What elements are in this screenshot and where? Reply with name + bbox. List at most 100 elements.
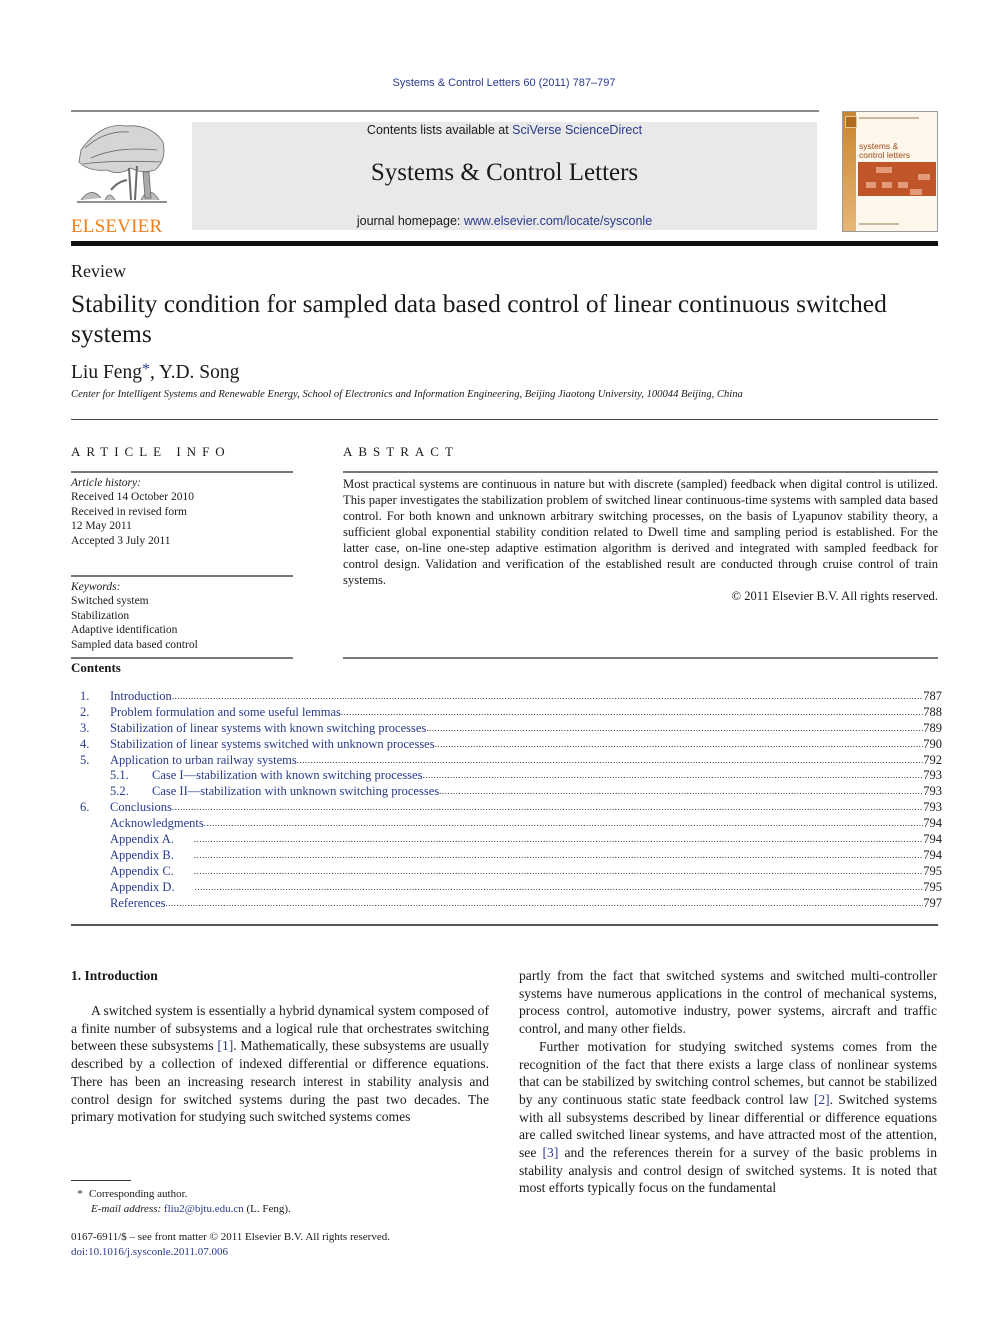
- toc-entry[interactable]: 5.1. Case I—stabilization with known swit…: [80, 768, 942, 784]
- toc-entry-page: 788: [923, 704, 942, 719]
- toc-leader-dots: [204, 816, 924, 832]
- contents-heading: Contents: [71, 660, 121, 675]
- toc-entry-page: 795: [923, 879, 942, 894]
- keyword-item[interactable]: Sampled data based control: [71, 638, 198, 652]
- toc-entry[interactable]: 2. Problem formulation and some useful le…: [80, 705, 942, 721]
- article-info-heading: ARTICLE INFO: [71, 444, 231, 459]
- keyword-item[interactable]: Switched system: [71, 594, 198, 608]
- history-item: Received 14 October 2010: [71, 491, 194, 504]
- body-column-right: partly from the fact that switched syste…: [519, 967, 937, 1197]
- author-affiliation: Center for Intelligent Systems and Renew…: [71, 389, 743, 400]
- abstract-rule-top: [343, 471, 938, 473]
- citation-link-1[interactable]: [1]: [217, 1038, 233, 1053]
- contents-rule: [71, 657, 293, 659]
- toc-leader-dots: [194, 832, 923, 848]
- title-block-rule: [71, 419, 938, 420]
- journal-cover-thumbnail[interactable]: systems & control letters: [842, 111, 938, 232]
- sciencedirect-link[interactable]: SciVerse ScienceDirect: [512, 123, 642, 137]
- toc-leader-dots: [166, 896, 924, 912]
- toc-entry[interactable]: Appendix A. 794: [80, 832, 942, 848]
- contents-prefix: Contents lists available at: [366, 123, 513, 137]
- toc-entry-page: 792: [923, 752, 942, 767]
- toc-entry-link[interactable]: Appendix D.: [110, 880, 175, 896]
- table-of-contents: 1. Introduction 787 2. Problem formulation a…: [80, 689, 942, 911]
- toc-leader-dots: [341, 705, 923, 721]
- toc-entry[interactable]: Appendix C. 795: [80, 864, 942, 880]
- keyword-item[interactable]: Stabilization: [71, 609, 198, 623]
- toc-leader-dots: [195, 880, 924, 896]
- email-label: E-mail address:: [91, 1203, 162, 1215]
- toc-gap: [174, 848, 194, 864]
- toc-entry[interactable]: 3. Stabilization of linear systems with k…: [80, 721, 942, 737]
- toc-entry[interactable]: 5. Application to urban railway systems 79…: [80, 753, 942, 769]
- toc-entry-page: 794: [923, 847, 942, 862]
- corresponding-author-marker[interactable]: *: [142, 361, 150, 378]
- toc-entry[interactable]: 4. Stabilization of linear systems switch…: [80, 737, 942, 753]
- toc-entry-link[interactable]: Conclusions: [110, 800, 172, 816]
- homepage-link[interactable]: www.elsevier.com/locate/sysconle: [464, 214, 652, 228]
- toc-entry-page: 787: [923, 689, 942, 703]
- author-liu-feng[interactable]: Liu Feng: [71, 362, 142, 383]
- toc-entry[interactable]: 6. Conclusions 793: [80, 800, 942, 816]
- toc-gap: [174, 832, 194, 848]
- running-head[interactable]: Systems & Control Letters 60 (2011) 787–…: [0, 77, 992, 89]
- elsevier-tree-icon: [77, 125, 167, 203]
- cover-title-line-2: control letters: [859, 150, 911, 160]
- toc-leader-dots: [439, 784, 923, 800]
- keywords: Keywords: Switched system Stabilization …: [71, 580, 198, 652]
- toc-gap: [174, 864, 194, 880]
- toc-entry-link[interactable]: Case I—stabilization with known switchin…: [152, 768, 422, 784]
- toc-entry-link[interactable]: Stabilization of linear systems with kno…: [110, 721, 426, 737]
- toc-entry-number: [80, 848, 110, 864]
- journal-title: Systems & Control Letters: [370, 159, 639, 186]
- body-paragraph: Further motivation for studying switched…: [519, 1038, 937, 1197]
- body-paragraph: A switched system is essentially a hybri…: [71, 1002, 489, 1126]
- toc-entry-number: 5.1.: [110, 768, 129, 783]
- toc-entry-link[interactable]: Stabilization of linear systems switched…: [110, 737, 435, 753]
- body-paragraph: partly from the fact that switched syste…: [519, 968, 937, 1037]
- toc-entry[interactable]: Acknowledgments 794: [80, 816, 942, 832]
- article-history: Article history: Received 14 October 201…: [71, 476, 194, 548]
- history-item: Accepted 3 July 2011: [71, 534, 171, 547]
- toc-entry-number: 5.: [80, 752, 90, 767]
- toc-leader-dots: [426, 721, 923, 737]
- toc-entry-link[interactable]: Appendix B.: [110, 848, 174, 864]
- toc-leader-dots: [194, 848, 923, 864]
- toc-gap: [175, 880, 195, 896]
- toc-entry-link[interactable]: Case II—stabilization with unknown switc…: [152, 784, 439, 800]
- email-link[interactable]: fliu2@bjtu.edu.cn: [164, 1203, 244, 1215]
- cover-footer-line: [859, 223, 899, 225]
- history-item: 12 May 2011: [71, 520, 132, 533]
- citation-link-3[interactable]: [3]: [543, 1145, 559, 1160]
- toc-entry-link[interactable]: Application to urban railway systems: [110, 753, 297, 769]
- keyword-item[interactable]: Adaptive identification: [71, 623, 198, 637]
- doi-link[interactable]: doi:10.1016/j.sysconle.2011.07.006: [71, 1245, 390, 1260]
- citation-link-2[interactable]: [2]: [814, 1092, 830, 1107]
- toc-entry[interactable]: Appendix D. 795: [80, 880, 942, 896]
- toc-entry-link[interactable]: Problem formulation and some useful lemm…: [110, 705, 341, 721]
- toc-entry-number: 2.: [80, 704, 90, 719]
- abstract-rule-bottom: [343, 657, 938, 659]
- cover-logo-icon: [845, 116, 857, 128]
- article-info-rule: [71, 471, 293, 473]
- toc-entry[interactable]: 5.2. Case II—stabilization with unknown s…: [80, 784, 942, 800]
- toc-entry[interactable]: References 797: [80, 896, 942, 912]
- journal-homepage-line: journal homepage: www.elsevier.com/locat…: [192, 214, 817, 228]
- toc-leader-dots: [422, 768, 923, 784]
- toc-entry-link[interactable]: Appendix C.: [110, 864, 174, 880]
- toc-entry-number: [80, 832, 110, 848]
- toc-entry-link[interactable]: Appendix A.: [110, 832, 174, 848]
- toc-entry-link[interactable]: Introduction: [110, 689, 172, 705]
- toc-entry-page: 797: [923, 895, 942, 910]
- elsevier-logo[interactable]: ELSEVIER: [71, 120, 171, 237]
- toc-entry-link[interactable]: References: [110, 896, 166, 912]
- toc-entry[interactable]: Appendix B. 794: [80, 848, 942, 864]
- toc-entry[interactable]: 1. Introduction 787: [80, 689, 942, 705]
- author-yd-song[interactable]: , Y.D. Song: [150, 362, 239, 383]
- cover-header-line: [859, 117, 919, 119]
- toc-leader-dots: [194, 864, 923, 880]
- toc-entry-page: 793: [923, 800, 942, 815]
- toc-entry-link[interactable]: Acknowledgments: [110, 816, 204, 832]
- abstract-copyright: © 2011 Elsevier B.V. All rights reserved…: [731, 589, 939, 603]
- body-column-left: A switched system is essentially a hybri…: [71, 1002, 489, 1126]
